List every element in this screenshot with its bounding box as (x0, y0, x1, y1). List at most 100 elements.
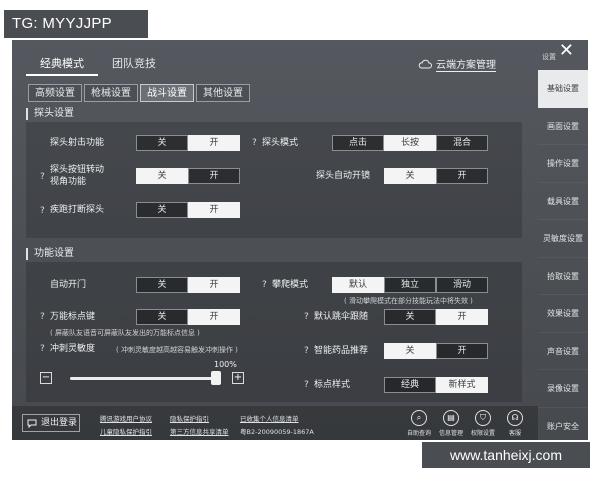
option-button[interactable]: 关 (384, 343, 436, 359)
watermark-bottom: www.tanheixj.com (422, 442, 590, 468)
sidebar-item[interactable]: 画面设置 (538, 108, 588, 145)
option-button[interactable]: 开 (436, 309, 488, 325)
option-button[interactable]: 关 (136, 202, 188, 218)
support-label: 客服 (508, 430, 521, 437)
option-button[interactable]: 关 (136, 277, 188, 293)
smart-medicine-toggle: 关开 (384, 343, 488, 359)
permission-button[interactable]: ⛉ 权限设置 (468, 410, 498, 437)
cloud-plan-link[interactable]: 云端方案管理 (418, 56, 496, 72)
slider-handle[interactable] (210, 371, 221, 385)
sprint-sens-label: 冲刺灵敏度 (50, 344, 96, 354)
footer-link-third-party[interactable]: 第三方信息共享清单 (170, 426, 229, 436)
sidebar-item[interactable]: 账户安全 (538, 408, 588, 441)
option-button[interactable]: 关 (136, 135, 188, 151)
option-button[interactable]: 开 (188, 168, 240, 184)
close-hint: 设置 (542, 53, 556, 61)
cloud-plan-label: 云端方案管理 (436, 56, 496, 72)
tab-classic[interactable]: 经典模式 (26, 54, 98, 76)
slider-plus-button[interactable]: + (232, 372, 244, 384)
help-icon[interactable]: ? (304, 346, 309, 356)
close-icon: ✕ (558, 40, 574, 61)
settings-content: 探头设置 探头射击功能 关开 ? 探头模式 点击 长按 混合 ? 探头按钮转动 视角… (26, 106, 526, 406)
sidebar-item[interactable]: 录像设置 (538, 370, 588, 408)
option-button[interactable]: 新样式 (436, 377, 488, 393)
climb-mode-label: 攀爬模式 (272, 280, 309, 290)
footer-link-child-privacy[interactable]: 儿童隐私保护指引 (100, 426, 152, 436)
sub-tabs: 高频设置 枪械设置 战斗设置 其他设置 (28, 84, 250, 102)
logout-label: 退出登录 (41, 418, 78, 428)
climb-mode-note: ( 滑动攀爬模式在部分技能玩法中将失效 ) (344, 297, 473, 305)
footer-link-info-list[interactable]: 已收集个人信息清单 (240, 413, 299, 423)
help-icon[interactable]: ? (40, 312, 45, 322)
subtab-other[interactable]: 其他设置 (196, 84, 250, 102)
main-tabs: 经典模式 团队竞技 (26, 54, 170, 76)
subtab-high-freq[interactable]: 高频设置 (28, 84, 82, 102)
option-button[interactable]: 默认 (332, 277, 384, 293)
close-button[interactable]: 设置 ✕ (536, 40, 580, 64)
option-button[interactable]: 经典 (384, 377, 436, 393)
help-icon[interactable]: ? (262, 280, 267, 290)
self-query-button[interactable]: ⌕ 自助查询 (404, 410, 434, 437)
marker-style-selector: 经典 新样式 (384, 377, 488, 393)
peek-fire-label: 探头射击功能 (50, 138, 105, 148)
sidebar-item[interactable]: 灵敏度设置 (538, 220, 588, 258)
marker-style-label: 标点样式 (314, 380, 351, 390)
self-query-label: 自助查询 (406, 430, 431, 437)
cloud-icon (418, 59, 432, 69)
watermark-top: TG: MYYJJPP (4, 10, 148, 38)
footer-link-user-agreement[interactable]: 腾讯游戏用户协议 (100, 413, 152, 423)
option-button[interactable]: 开 (188, 309, 240, 325)
logout-button[interactable]: 退出登录 (22, 414, 80, 432)
support-button[interactable]: ☊ 客服 (500, 410, 530, 437)
option-button[interactable]: 关 (384, 168, 436, 184)
slider-minus-button[interactable]: − (40, 372, 52, 384)
option-button[interactable]: 关 (384, 309, 436, 325)
help-icon[interactable]: ? (304, 312, 309, 322)
subtab-combat[interactable]: 战斗设置 (140, 84, 194, 102)
smart-medicine-label: 智能药品推荐 (314, 346, 369, 356)
parachute-follow-toggle: 关开 (384, 309, 488, 325)
option-button[interactable]: 开 (188, 135, 240, 151)
option-button[interactable]: 开 (188, 202, 240, 218)
tab-team[interactable]: 团队竞技 (98, 54, 170, 76)
option-button[interactable]: 关 (136, 309, 188, 325)
subtab-weapon[interactable]: 枪械设置 (84, 84, 138, 102)
peek-auto-scope-label: 探头自动开镜 (316, 171, 371, 181)
help-icon[interactable]: ? (252, 138, 257, 148)
option-button[interactable]: 点击 (332, 135, 384, 151)
option-button[interactable]: 混合 (436, 135, 488, 151)
peek-fire-toggle: 关开 (136, 135, 240, 151)
sidebar-item[interactable]: 效果设置 (538, 295, 588, 333)
sidebar-item[interactable]: 声音设置 (538, 333, 588, 370)
option-button[interactable]: 独立 (384, 277, 436, 293)
option-button[interactable]: 开 (188, 277, 240, 293)
marker-key-toggle: 关开 (136, 309, 240, 325)
sidebar-item[interactable]: 拾取设置 (538, 258, 588, 295)
section-function-title: 功能设置 (26, 248, 74, 260)
option-button[interactable]: 开 (436, 168, 488, 184)
sidebar-item[interactable]: 操作设置 (538, 145, 588, 183)
help-icon[interactable]: ? (40, 172, 45, 182)
peek-auto-scope-toggle: 关开 (384, 168, 488, 184)
help-icon[interactable]: ? (40, 206, 45, 216)
help-icon[interactable]: ? (304, 380, 309, 390)
footer-link-privacy[interactable]: 隐私保护指引 (170, 413, 209, 423)
chat-icon (27, 419, 37, 428)
auto-door-toggle: 关开 (136, 277, 240, 293)
section-peek-title: 探头设置 (26, 108, 74, 120)
sidebar-item[interactable]: 基础设置 (538, 70, 588, 108)
option-button[interactable]: 长按 (384, 135, 436, 151)
option-button[interactable]: 滑动 (436, 277, 488, 293)
sprint-sens-slider[interactable] (70, 377, 220, 380)
peek-sprint-label: 疾跑打断探头 (50, 205, 105, 215)
search-icon: ⌕ (411, 410, 427, 426)
option-button[interactable]: 关 (136, 168, 188, 184)
option-button[interactable]: 开 (436, 343, 488, 359)
help-icon[interactable]: ? (40, 344, 45, 354)
permission-label: 权限设置 (470, 430, 495, 437)
peek-mode-label: 探头模式 (262, 138, 299, 148)
sidebar-item[interactable]: 载具设置 (538, 183, 588, 220)
info-manage-button[interactable]: ▤ 信息管理 (436, 410, 466, 437)
parachute-follow-label: 默认跳伞跟随 (314, 312, 369, 322)
footer-bar: 退出登录 腾讯游戏用户协议 隐私保护指引 已收集个人信息清单 儿童隐私保护指引 … (12, 406, 538, 440)
